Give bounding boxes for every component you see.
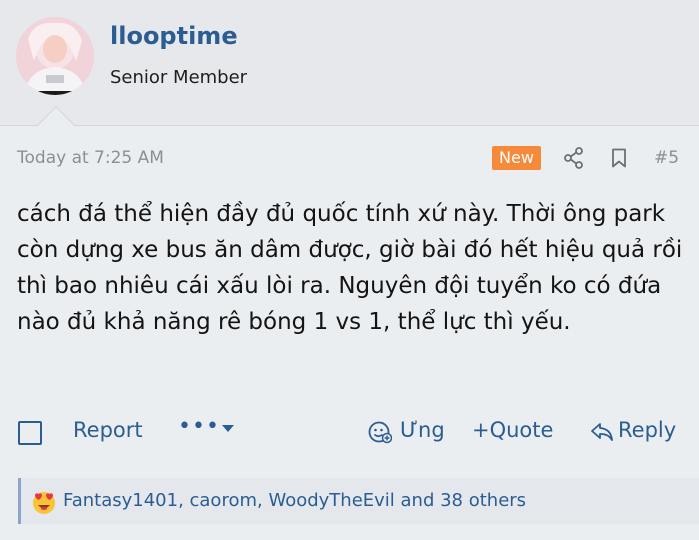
share-icon[interactable] xyxy=(564,147,584,169)
reply-button[interactable]: Reply xyxy=(618,418,676,442)
report-button[interactable]: Report xyxy=(73,418,143,442)
new-badge: New xyxy=(492,146,541,170)
username[interactable]: llooptime xyxy=(110,22,238,50)
avatar[interactable] xyxy=(16,17,94,95)
post-actions: Report ••• Ưng +Quote Reply xyxy=(0,412,699,452)
heart-eyes-emoji-icon xyxy=(33,492,55,514)
quote-button[interactable]: +Quote xyxy=(472,418,553,442)
reply-icon[interactable] xyxy=(590,421,614,443)
user-title: Senior Member xyxy=(110,67,248,88)
reactions-bar: Fantasy1401, caorom, WoodyTheEvil and 38… xyxy=(18,478,699,524)
more-options-button[interactable]: ••• xyxy=(178,414,220,439)
chevron-down-icon[interactable] xyxy=(222,425,234,432)
user-header: llooptime Senior Member xyxy=(0,0,699,126)
react-button[interactable]: Ưng xyxy=(400,418,445,442)
reactions-list-link[interactable]: Fantasy1401, caorom, WoodyTheEvil and 38… xyxy=(63,490,526,511)
post-body: cách đá thể hiện đầy đủ quốc tính xứ này… xyxy=(17,201,683,335)
post-meta: Today at 7:25 AM New #5 xyxy=(0,140,699,176)
post-number[interactable]: #5 xyxy=(654,148,679,168)
select-checkbox[interactable] xyxy=(18,421,42,445)
react-icon[interactable] xyxy=(368,420,392,444)
bookmark-icon[interactable] xyxy=(610,148,628,168)
post-date[interactable]: Today at 7:25 AM xyxy=(17,148,164,168)
